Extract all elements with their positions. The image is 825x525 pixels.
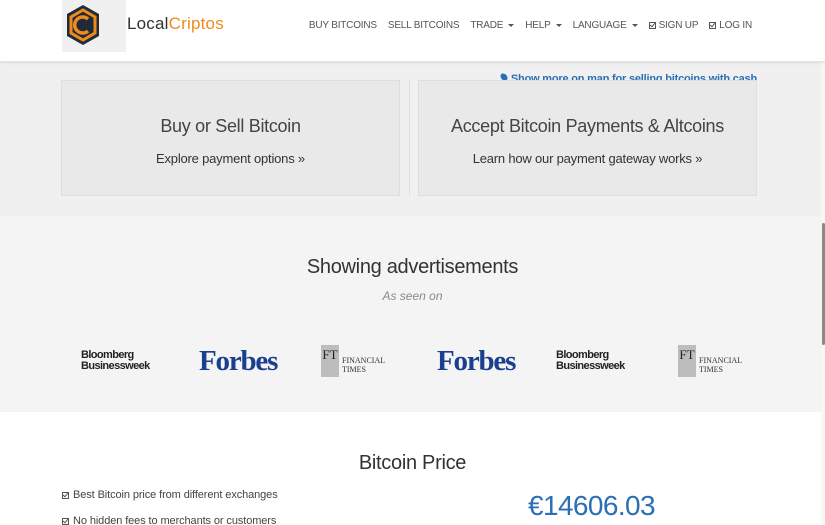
check-square-icon — [709, 22, 717, 29]
payment-gateway-link[interactable]: Learn how our payment gateway works » — [419, 151, 756, 166]
ft-logo-line1: FINANCIAL — [699, 356, 743, 365]
caret-down-icon — [508, 24, 515, 27]
brand-name[interactable]: LocalCriptos — [127, 14, 224, 34]
nav-login-label: LOG IN — [719, 20, 752, 31]
bitcoin-price-value: €14606.03 — [528, 490, 656, 521]
nav-signup-label: SIGN UP — [658, 20, 699, 31]
feature-item: No hidden fees to merchants or customers — [62, 515, 276, 525]
check-square-icon — [62, 491, 69, 499]
feature-text: Best Bitcoin price from different exchan… — [73, 489, 278, 501]
ft-mark: FT — [678, 345, 696, 377]
ft-mark: FT — [321, 345, 339, 377]
explore-payment-options-link[interactable]: Explore payment options » — [62, 151, 399, 166]
ft-logo-line2: TIMES — [699, 365, 723, 374]
nav-trade-dropdown[interactable]: TRADE — [470, 20, 515, 31]
card-divider — [409, 80, 410, 196]
buy-sell-card-title: Buy or Sell Bitcoin — [160, 116, 301, 136]
brand-name-prefix: Local — [127, 14, 169, 33]
hero-cards-section: Show more on map for selling bitcoins wi… — [0, 62, 825, 216]
bitcoin-price-section: Bitcoin Price Best Bitcoin price from di… — [0, 412, 825, 525]
accept-payments-card[interactable]: Accept Bitcoin Payments & Altcoins Learn… — [418, 80, 757, 196]
nav-sell-bitcoins[interactable]: SELL BITCOINS — [388, 20, 460, 31]
nav-help-label: HELP — [525, 20, 551, 31]
feature-text: No hidden fees to merchants or customers — [73, 515, 277, 525]
nav-buy-label: BUY BITCOINS — [308, 20, 377, 31]
brand-name-suffix: Criptos — [168, 14, 224, 33]
nav-trade-label: TRADE — [470, 20, 504, 31]
press-title: Showing advertisements — [306, 256, 519, 278]
caret-down-icon — [631, 24, 638, 27]
forbes-logo: Forbes — [437, 344, 516, 377]
brand-logo[interactable] — [62, 0, 126, 52]
nav-sell-label: SELL BITCOINS — [387, 20, 460, 31]
ft-logo-line1: FINANCIAL — [342, 356, 386, 365]
main-nav: BUY BITCOINS SELL BITCOINS TRADE HELP LA… — [309, 20, 752, 31]
page-scrollbar[interactable] — [821, 0, 825, 525]
check-square-icon — [62, 517, 69, 525]
check-square-icon — [648, 22, 656, 29]
press-section: Showing advertisements As seen on Bloomb… — [0, 216, 825, 412]
financial-times-logo: FT FINANCIAL TIMES — [678, 344, 742, 378]
nav-buy-bitcoins[interactable]: BUY BITCOINS — [309, 20, 377, 31]
bloomberg-businessweek-logo: Bloomberg Businessweek — [81, 344, 150, 378]
bloomberg-logo-line2: Businessweek — [556, 360, 625, 372]
accept-payments-card-title: Accept Bitcoin Payments & Altcoins — [451, 116, 724, 136]
nav-language-label: LANGUAGE — [572, 20, 627, 31]
bloomberg-businessweek-logo: Bloomberg Businessweek — [556, 344, 625, 378]
press-subtitle: As seen on — [382, 289, 443, 303]
buy-sell-card[interactable]: Buy or Sell Bitcoin Explore payment opti… — [61, 80, 400, 196]
nav-sign-up[interactable]: SIGN UP — [648, 20, 699, 31]
caret-down-icon — [555, 24, 562, 27]
bitcoin-price-title: Bitcoin Price — [358, 452, 467, 474]
top-navbar: LocalCriptos BUY BITCOINS SELL BITCOINS … — [0, 0, 825, 62]
bloomberg-logo-line2: Businessweek — [81, 360, 150, 372]
nav-help-dropdown[interactable]: HELP — [525, 20, 562, 31]
ft-logo-line2: TIMES — [342, 365, 366, 374]
nav-log-in[interactable]: LOG IN — [709, 20, 752, 31]
forbes-logo: Forbes — [199, 344, 278, 377]
feature-item: Best Bitcoin price from different exchan… — [62, 489, 278, 501]
localcriptos-logo-icon — [67, 5, 99, 45]
nav-language-dropdown[interactable]: LANGUAGE — [573, 20, 638, 31]
financial-times-logo: FT FINANCIAL TIMES — [321, 344, 385, 378]
